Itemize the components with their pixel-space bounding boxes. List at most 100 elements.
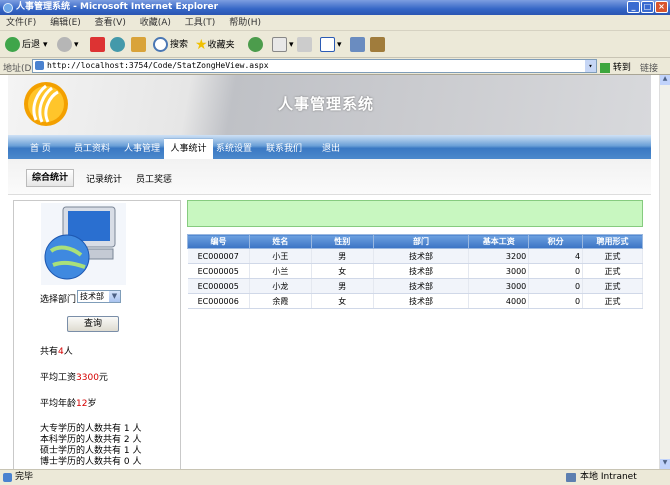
employee-table: 编号 姓名 性别 部门 基本工资 积分 聘用形式 EC000007 小王 男 技… <box>187 234 643 309</box>
cell-salary: 3000 <box>468 263 530 279</box>
page-done-icon <box>3 473 12 482</box>
print-icon <box>297 37 312 52</box>
status-bar: 完毕 本地 Intranet <box>0 469 670 485</box>
maximize-button[interactable]: □ <box>641 1 654 13</box>
close-button[interactable]: × <box>655 1 668 13</box>
address-input[interactable]: http://localhost:3754/Code/StatZongHeVie… <box>32 59 597 73</box>
search-icon <box>153 37 168 52</box>
cell-id: EC000007 <box>187 248 250 264</box>
cell-name: 小王 <box>249 248 312 264</box>
ie-icon <box>3 3 13 13</box>
links-label[interactable]: 链接 <box>640 61 658 74</box>
address-bar: 地址(D) http://localhost:3754/Code/StatZon… <box>0 58 670 75</box>
refresh-button[interactable] <box>110 37 127 53</box>
cell-salary: 3000 <box>468 278 530 294</box>
site-header: 人事管理系统 <box>8 75 651 135</box>
chevron-down-icon: ▼ <box>109 291 120 302</box>
sub-nav: 综合统计 记录统计 员工奖惩 <box>8 159 651 195</box>
table-row: EC000005 小兰 女 技术部 3000 0 正式 <box>187 263 643 279</box>
address-dropdown-icon[interactable]: ▾ <box>585 60 596 72</box>
menu-edit[interactable]: 编辑(E) <box>50 15 81 31</box>
cell-points: 4 <box>528 248 584 264</box>
cell-gender: 男 <box>311 248 374 264</box>
scroll-down-icon[interactable]: ▼ <box>660 459 670 469</box>
page-icon <box>35 61 44 70</box>
cell-id: EC000006 <box>187 293 250 309</box>
query-button[interactable]: 查询 <box>67 316 119 332</box>
go-button[interactable]: 转到 <box>600 60 631 73</box>
cell-department: 技术部 <box>373 278 470 294</box>
logo-icon <box>24 82 68 126</box>
nav-contact-us[interactable]: 联系我们 <box>266 141 302 154</box>
nav-employee-info[interactable]: 员工资料 <box>74 141 110 154</box>
history-button[interactable] <box>248 37 265 53</box>
scroll-up-icon[interactable]: ▲ <box>660 75 670 85</box>
home-button[interactable] <box>131 37 148 53</box>
window-title: 人事管理系统 - Microsoft Internet Explorer <box>16 2 219 12</box>
nav-logout[interactable]: 退出 <box>322 141 340 154</box>
message-box <box>187 200 643 227</box>
filter-panel: 选择部门 技术部 ▼ 查询 共有4人 平均工资3300元 平均年龄12岁 大专学… <box>13 200 181 469</box>
department-select[interactable]: 技术部 ▼ <box>77 290 121 303</box>
computer-icon <box>41 203 126 285</box>
stat-avg-age: 平均年龄12岁 <box>40 399 97 409</box>
cell-type: 正式 <box>582 293 643 309</box>
cell-type: 正式 <box>582 278 643 294</box>
messenger-button[interactable] <box>350 37 367 53</box>
cell-salary: 4000 <box>468 293 530 309</box>
history-icon <box>248 37 263 52</box>
col-employment-type: 聘用形式 <box>582 234 643 249</box>
vertical-scrollbar[interactable]: ▲ ▼ <box>659 75 670 469</box>
research-button[interactable] <box>370 37 387 53</box>
messenger-icon <box>350 37 365 52</box>
main-nav: 首 页 员工资料 人事管理 人事统计 系统设置 联系我们 退出 <box>8 135 651 159</box>
window-titlebar: 人事管理系统 - Microsoft Internet Explorer _ □… <box>0 0 670 15</box>
col-base-salary: 基本工资 <box>468 234 530 249</box>
favorites-button[interactable]: ★收藏夹 <box>195 37 235 53</box>
menu-view[interactable]: 查看(V) <box>95 15 126 31</box>
cell-gender: 女 <box>311 293 374 309</box>
nav-hr-statistics[interactable]: 人事统计 <box>164 138 213 159</box>
intranet-icon <box>566 473 576 482</box>
tab-record-stats[interactable]: 记录统计 <box>86 172 122 185</box>
cell-points: 0 <box>528 278 584 294</box>
mail-button[interactable]: ▾ <box>272 37 294 53</box>
menu-tools[interactable]: 工具(T) <box>185 15 216 31</box>
cell-name: 小龙 <box>249 278 312 294</box>
menu-favorites[interactable]: 收藏(A) <box>140 15 171 31</box>
toolbar: 后退 ▾ ▾ 搜索 ★收藏夹 ▾ ▾ <box>0 31 670 58</box>
stat-total: 共有4人 <box>40 347 73 357</box>
cell-name: 小兰 <box>249 263 312 279</box>
home-icon <box>131 37 146 52</box>
forward-button[interactable]: ▾ <box>57 37 79 53</box>
stat-avg-salary: 平均工资3300元 <box>40 373 108 383</box>
search-button[interactable]: 搜索 <box>153 37 188 53</box>
cell-department: 技术部 <box>373 293 470 309</box>
menu-help[interactable]: 帮助(H) <box>229 15 261 31</box>
zone-text: 本地 Intranet <box>580 472 637 482</box>
edit-button[interactable]: ▾ <box>320 37 342 53</box>
tab-overall-stats[interactable]: 综合统计 <box>26 169 74 187</box>
word-icon <box>320 37 335 52</box>
site-title: 人事管理系统 <box>278 95 375 113</box>
table-row: EC000006 余霞 女 技术部 4000 0 正式 <box>187 293 643 309</box>
stat-edu-doctor: 博士学历的人数共有 0 人 <box>40 457 142 467</box>
tab-rewards-penalties[interactable]: 员工奖惩 <box>136 172 172 185</box>
cell-gender: 男 <box>311 278 374 294</box>
minimize-button[interactable]: _ <box>627 1 640 13</box>
col-name: 姓名 <box>248 234 312 249</box>
print-button[interactable] <box>297 37 314 53</box>
go-arrow-icon <box>600 62 610 73</box>
menu-file[interactable]: 文件(F) <box>6 15 36 31</box>
research-icon <box>370 37 385 52</box>
cell-id: EC000005 <box>187 263 250 279</box>
nav-hr-management[interactable]: 人事管理 <box>124 141 160 154</box>
mail-icon <box>272 37 287 52</box>
nav-system-settings[interactable]: 系统设置 <box>216 141 252 154</box>
nav-home[interactable]: 首 页 <box>30 141 51 154</box>
cell-department: 技术部 <box>373 263 470 279</box>
stop-button[interactable] <box>90 37 107 53</box>
col-gender: 性别 <box>310 234 374 249</box>
back-button[interactable]: 后退 ▾ <box>5 37 48 53</box>
page-content: 人事管理系统 首 页 员工资料 人事管理 人事统计 系统设置 联系我们 退出 综… <box>0 75 659 469</box>
